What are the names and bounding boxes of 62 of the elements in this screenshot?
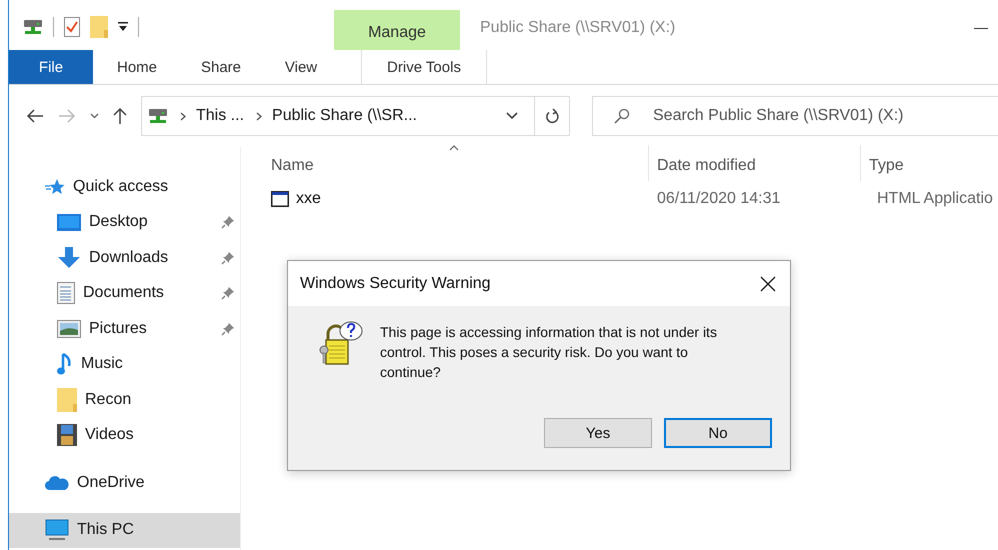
- warning-message: This page is accessing information that is not under its control. This poses a security risk. Do you want to continue?: [380, 323, 718, 382]
- chevron-icon[interactable]: [180, 112, 186, 120]
- breadcrumb[interactable]: This ...: [196, 107, 244, 125]
- column-header[interactable]: Date modified: [649, 145, 861, 181]
- chevron-icon[interactable]: [256, 112, 262, 120]
- back-icon[interactable]: [26, 109, 44, 123]
- nav-item[interactable]: Recon: [9, 382, 240, 418]
- column-header[interactable]: Name: [241, 145, 649, 181]
- computer-icon: [45, 519, 69, 542]
- nav-item[interactable]: This PC: [9, 512, 240, 548]
- film-icon: [57, 424, 77, 446]
- star-icon: [45, 178, 65, 196]
- dialog-title: Windows Security Warning: [300, 274, 491, 292]
- refresh-icon: [545, 108, 559, 124]
- address-bar[interactable]: This ... Public Share (\\SR...: [141, 96, 535, 136]
- nav-item[interactable]: OneDrive: [9, 465, 240, 500]
- table-cell-text: HTML Applicatio: [876, 190, 994, 208]
- pin-icon[interactable]: [221, 250, 235, 265]
- breadcrumb[interactable]: Public Share (\\SR...: [272, 107, 417, 125]
- refresh-button[interactable]: [534, 96, 570, 136]
- dialog-button[interactable]: No: [664, 418, 772, 448]
- download-arrow-icon: [57, 246, 81, 269]
- nav-item[interactable]: Desktop: [9, 204, 240, 240]
- table-cell-text: 06/11/2020 14:31: [656, 190, 782, 208]
- music-note-icon: [57, 352, 73, 376]
- search-icon: [614, 108, 630, 124]
- dropdown-icon[interactable]: [506, 112, 518, 120]
- sort-ascending-icon: [449, 145, 459, 151]
- ribbon-tab[interactable]: Home: [93, 50, 181, 84]
- column-header[interactable]: Type: [861, 145, 998, 181]
- desktop-icon: [57, 214, 81, 231]
- window-title: Public Share (\\SRV01) (X:): [480, 19, 676, 37]
- app-window-icon: [271, 191, 289, 207]
- properties-icon[interactable]: [64, 17, 80, 37]
- document-icon: [57, 282, 75, 304]
- network-drive-icon[interactable]: [23, 18, 43, 36]
- nav-item[interactable]: Quick access: [9, 169, 240, 204]
- contextual-tab-group-label: Manage: [334, 10, 460, 50]
- cloud-icon: [45, 474, 69, 491]
- customize-dropdown-icon[interactable]: [118, 22, 128, 32]
- folder-icon: [57, 388, 77, 412]
- pin-icon[interactable]: [221, 215, 235, 230]
- recent-locations-icon[interactable]: [90, 113, 99, 119]
- pin-icon[interactable]: [221, 286, 235, 300]
- ribbon-tab[interactable]: Share: [181, 50, 261, 84]
- pin-icon[interactable]: [221, 322, 235, 336]
- ribbon-tab[interactable]: View: [261, 50, 341, 84]
- nav-item[interactable]: Pictures: [9, 311, 240, 346]
- picture-icon: [57, 320, 81, 338]
- network-drive-icon: [148, 107, 168, 125]
- close-icon[interactable]: [760, 276, 776, 292]
- search-field[interactable]: Search Public Share (\\SRV01) (X:): [592, 96, 998, 136]
- nav-item[interactable]: Documents: [9, 276, 240, 311]
- nav-item[interactable]: Videos: [9, 418, 240, 453]
- table-cell: xxe: [241, 190, 649, 208]
- lock-warning-icon: [318, 320, 364, 366]
- dialog-button[interactable]: Yes: [544, 418, 652, 448]
- nav-item[interactable]: Downloads: [9, 240, 240, 276]
- minimize-icon[interactable]: [974, 28, 988, 30]
- up-icon[interactable]: [113, 107, 127, 125]
- nav-item[interactable]: Music: [9, 346, 240, 382]
- file-tab[interactable]: File: [9, 50, 93, 84]
